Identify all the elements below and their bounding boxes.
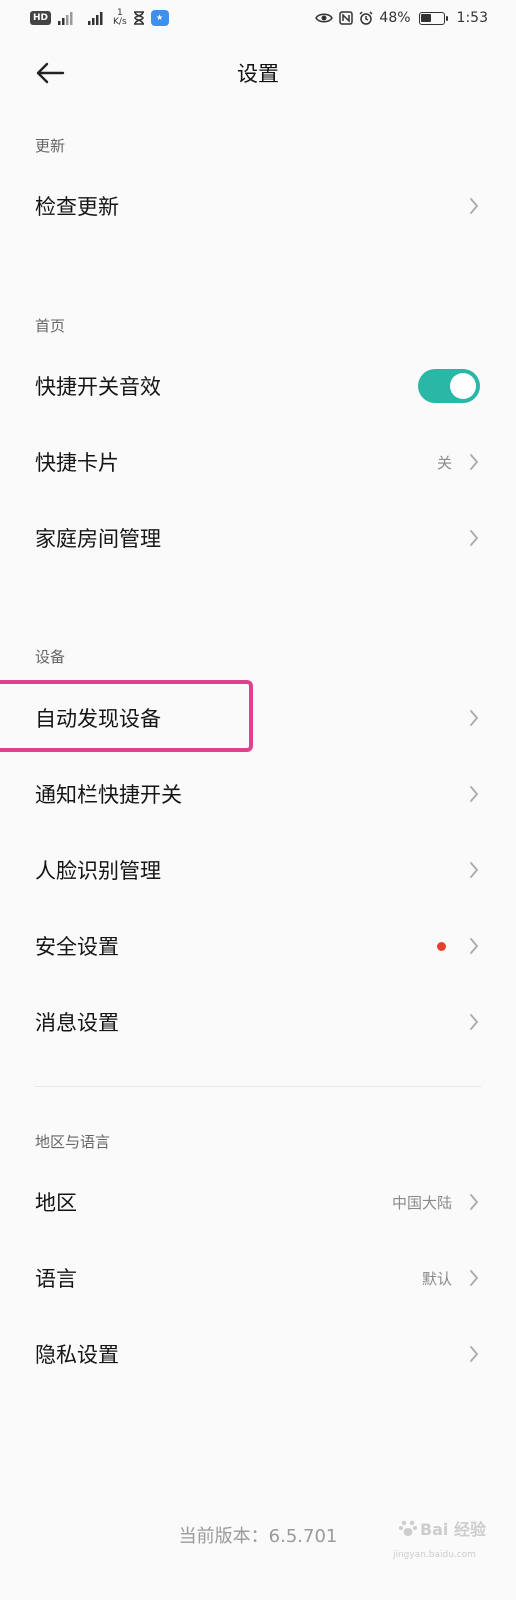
row-label: 家庭房间管理	[35, 527, 161, 551]
status-bar-right: 48% 1:53	[315, 10, 488, 26]
row-label: 人脸识别管理	[35, 859, 161, 883]
section-header-region-language: 地区与语言	[35, 1133, 111, 1151]
baidu-watermark: Bai 经验	[398, 1516, 486, 1540]
security-badge	[437, 941, 446, 951]
chevron-right-icon	[468, 936, 480, 956]
signal-4g-icon	[88, 12, 103, 25]
status-bar: HD 1 K/s ★ 48% 1:53	[0, 0, 516, 36]
row-home-room-manage[interactable]: 家庭房间管理	[0, 500, 516, 576]
section-header-home: 首页	[35, 317, 66, 335]
language-value: 默认	[421, 1269, 452, 1288]
chevron-right-icon	[468, 784, 480, 804]
battery-fill	[420, 13, 431, 22]
net-speed: 1 K/s	[113, 9, 127, 27]
row-label: 快捷开关音效	[35, 375, 161, 399]
signal-icon	[58, 12, 73, 25]
eye-icon	[315, 13, 334, 23]
title-bar: 设置	[0, 36, 516, 108]
status-bar-left: HD 1 K/s ★	[30, 9, 169, 27]
chevron-right-icon	[468, 860, 480, 880]
row-privacy[interactable]: 隐私设置	[0, 1316, 516, 1392]
nfc-icon	[339, 11, 354, 25]
clock: 1:53	[456, 10, 488, 26]
section-header-update: 更新	[35, 137, 66, 155]
region-value: 中国大陆	[391, 1193, 452, 1212]
hd-icon: HD	[30, 11, 52, 25]
row-region[interactable]: 地区 中国大陆	[0, 1164, 516, 1240]
row-label: 安全设置	[35, 935, 119, 959]
chevron-right-icon	[468, 196, 480, 216]
chevron-right-icon	[468, 528, 480, 548]
net-speed-unit: K/s	[113, 17, 127, 27]
row-check-update[interactable]: 检查更新	[0, 168, 516, 244]
battery-icon	[418, 11, 448, 25]
page-title: 设置	[237, 62, 279, 86]
row-notification-quick-switch[interactable]: 通知栏快捷开关	[0, 756, 516, 832]
row-quick-card[interactable]: 快捷卡片 关	[0, 424, 516, 500]
watermark-url: jingyan.baidu.com	[392, 1550, 476, 1560]
chevron-right-icon	[468, 708, 480, 728]
quick-card-value: 关	[436, 453, 452, 472]
row-label: 语言	[35, 1267, 77, 1291]
chevron-right-icon	[468, 1268, 480, 1288]
row-label: 自动发现设备	[35, 707, 161, 731]
row-security[interactable]: 安全设置	[0, 908, 516, 984]
section-header-device: 设备	[35, 648, 66, 666]
chevron-right-icon	[468, 1192, 480, 1212]
alarm-icon	[359, 11, 373, 25]
chevron-right-icon	[468, 1344, 480, 1364]
section-divider	[35, 1086, 481, 1087]
chevron-right-icon	[468, 1012, 480, 1032]
row-label: 隐私设置	[35, 1343, 119, 1367]
row-quick-switch-sound: 快捷开关音效	[0, 348, 516, 424]
watermark-text: Bai 经验	[419, 1520, 486, 1539]
row-label: 消息设置	[35, 1011, 119, 1035]
row-label: 通知栏快捷开关	[35, 783, 182, 807]
row-message[interactable]: 消息设置	[0, 984, 516, 1060]
row-language[interactable]: 语言 默认	[0, 1240, 516, 1316]
chevron-right-icon	[468, 452, 480, 472]
paw-icon	[398, 1520, 417, 1536]
row-label: 快捷卡片	[35, 451, 119, 475]
app-notification-icon: ★	[150, 10, 169, 26]
row-label: 地区	[35, 1191, 77, 1215]
hourglass-icon	[133, 11, 144, 25]
quick-switch-sound-toggle[interactable]	[418, 369, 480, 403]
toggle-knob	[450, 373, 476, 399]
row-label: 检查更新	[35, 195, 119, 219]
battery-percent: 48%	[379, 10, 411, 26]
row-auto-discover[interactable]: 自动发现设备	[0, 680, 516, 756]
row-face-recognition[interactable]: 人脸识别管理	[0, 832, 516, 908]
